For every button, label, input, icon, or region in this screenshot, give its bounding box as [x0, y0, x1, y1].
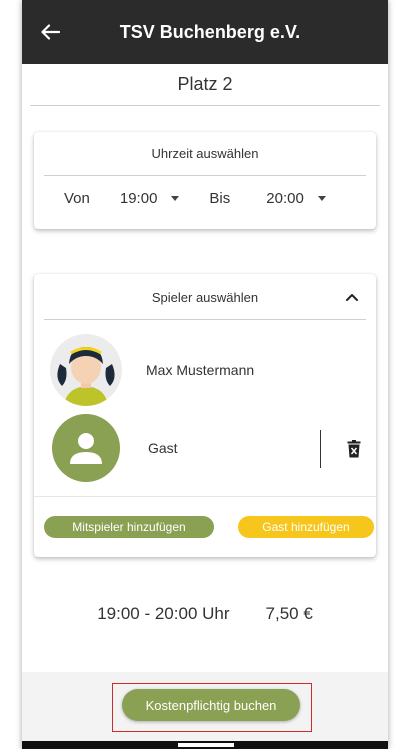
- time-row: Von 19:00 Bis 20:00: [34, 176, 376, 207]
- app-title: TSV Buchenberg e.V.: [119, 21, 301, 42]
- player-item: Max Mustermann: [50, 334, 254, 406]
- add-guest-button[interactable]: Gast hinzufügen: [238, 516, 374, 538]
- booking-summary: 19:00 - 20:00 Uhr 7,50 €: [22, 604, 388, 624]
- time-selection-card: Uhrzeit auswählen Von 19:00 Bis 20:00: [34, 132, 376, 229]
- footer-bar: Kostenpflichtig buchen: [22, 672, 388, 749]
- chevron-up-icon[interactable]: [344, 290, 360, 304]
- trash-icon[interactable]: [347, 440, 361, 458]
- price: 7,50 €: [265, 604, 313, 623]
- from-time-dropdown[interactable]: 19:00: [120, 190, 180, 207]
- to-label: Bis: [209, 190, 231, 207]
- player-name: Gast: [148, 440, 178, 456]
- player-item: Gast: [50, 414, 178, 482]
- caret-down-icon: [317, 196, 326, 201]
- from-time-value: 19:00: [119, 190, 158, 207]
- player-name: Max Mustermann: [146, 362, 255, 378]
- app-bar: TSV Buchenberg e.V.: [22, 0, 388, 64]
- add-player-button[interactable]: Mitspieler hinzufügen: [44, 516, 214, 538]
- home-handle[interactable]: [178, 743, 234, 747]
- court-title: Platz 2: [30, 74, 380, 106]
- divider: [34, 496, 376, 497]
- time-range: 19:00 - 20:00 Uhr: [97, 604, 230, 623]
- phone-frame: TSV Buchenberg e.V. Platz 2 Uhrzeit ausw…: [0, 0, 409, 749]
- app-screen: TSV Buchenberg e.V. Platz 2 Uhrzeit ausw…: [22, 0, 388, 749]
- back-button[interactable]: [36, 18, 64, 46]
- player-selection-card: Spieler auswählen Max Mustermann Gast Mi…: [34, 274, 376, 557]
- from-label: Von: [64, 190, 90, 207]
- players-card-header: Spieler auswählen: [44, 274, 366, 320]
- players-card-title: Spieler auswählen: [151, 290, 259, 305]
- to-time-dropdown[interactable]: 20:00: [266, 190, 326, 207]
- arrow-left-icon: [41, 24, 60, 40]
- to-time-value: 20:00: [266, 190, 304, 207]
- time-card-title: Uhrzeit auswählen: [44, 132, 366, 176]
- book-button[interactable]: Kostenpflichtig buchen: [122, 689, 300, 721]
- girl-avatar-icon: [50, 334, 122, 406]
- divider: [320, 430, 321, 468]
- person-icon: [52, 414, 120, 482]
- system-nav-bar: [22, 741, 388, 749]
- caret-down-icon: [171, 196, 180, 201]
